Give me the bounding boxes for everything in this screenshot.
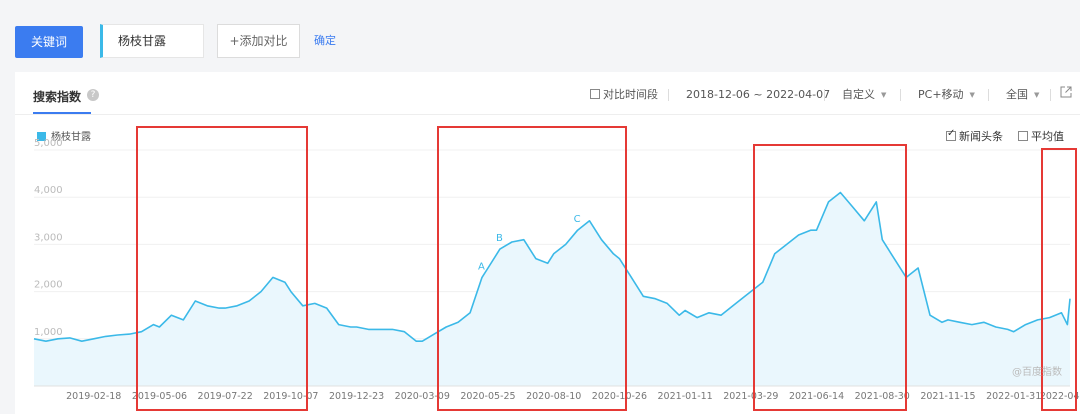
- x-tick-label: 2020-08-10: [526, 391, 581, 402]
- series-area: [34, 192, 1070, 386]
- x-tick-label: 2020-03-09: [395, 391, 450, 402]
- x-tick-label: 2019-05-06: [132, 391, 187, 402]
- y-tick-label: 4,000: [34, 185, 63, 196]
- x-tick-label: 2019-12-23: [329, 391, 384, 402]
- x-tick-label: 2022-04-04: [1040, 391, 1080, 402]
- y-tick-label: 3,000: [34, 232, 63, 243]
- search-index-chart: 5,000 4,000 3,000 2,000 1,000 A B C 2019-02-18…: [33, 126, 1080, 411]
- x-tick-label: 2021-08-30: [855, 391, 910, 402]
- x-tick-label: 2019-10-07: [263, 391, 318, 402]
- y-tick-label: 5,000: [34, 138, 63, 149]
- x-tick-label: 2020-05-25: [460, 391, 515, 402]
- point-label-a: A: [478, 261, 485, 272]
- x-tick-label: 2019-02-18: [66, 391, 121, 402]
- x-tick-label: 2021-06-14: [789, 391, 844, 402]
- watermark: @百度指数: [1012, 365, 1062, 378]
- x-tick-label: 2021-11-15: [920, 391, 975, 402]
- x-tick-label: 2021-01-11: [658, 391, 713, 402]
- point-label-b: B: [496, 233, 503, 244]
- x-tick-label: 2020-10-26: [592, 391, 647, 402]
- x-tick-label: 2019-07-22: [198, 391, 253, 402]
- y-tick-label: 2,000: [34, 280, 63, 291]
- x-tick-label: 2021-03-29: [723, 391, 778, 402]
- point-label-c: C: [574, 214, 581, 225]
- x-tick-label: 2022-01-31: [986, 391, 1041, 402]
- y-tick-label: 1,000: [34, 327, 63, 338]
